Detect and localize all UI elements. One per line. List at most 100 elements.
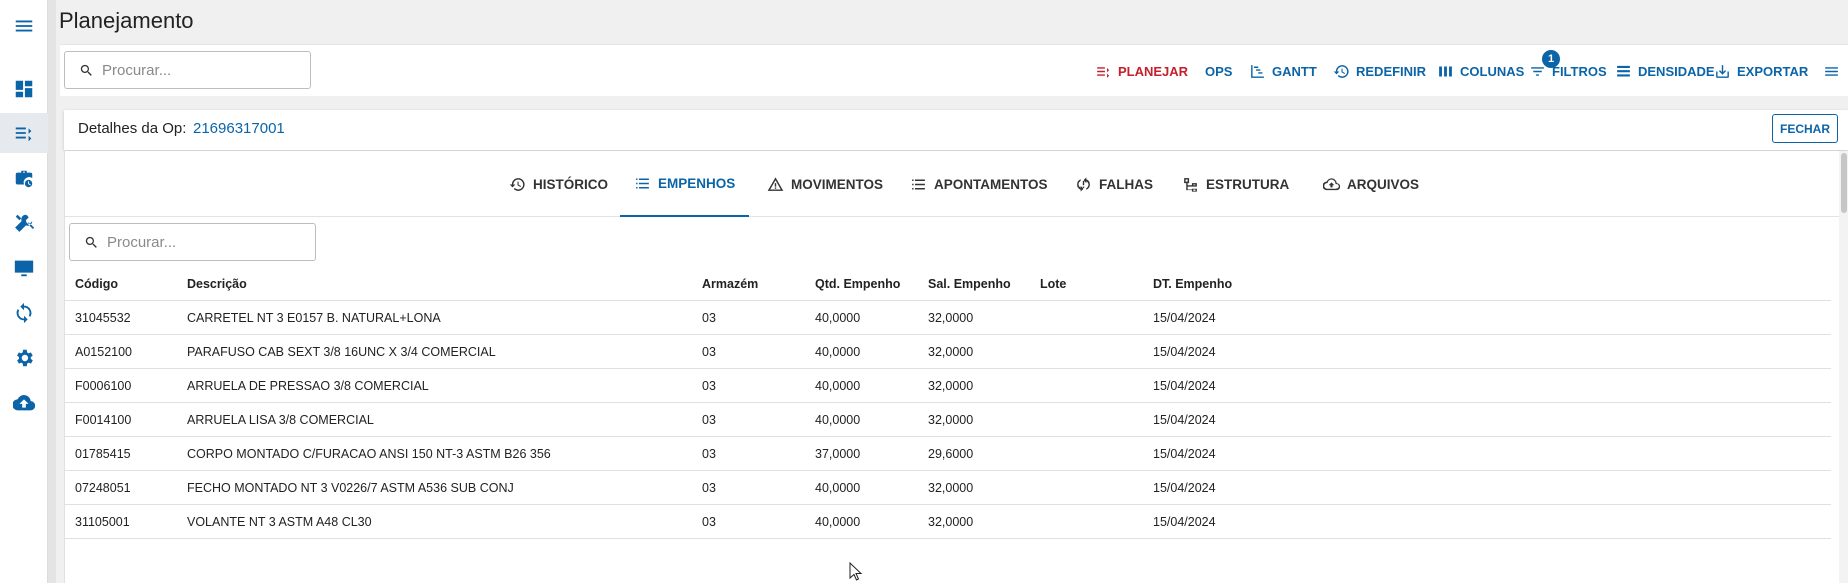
densidade-button[interactable]: DENSIDADE: [1615, 60, 1715, 82]
cell-codigo: F0006100: [75, 379, 132, 393]
cell-sal-empenho: 32,0000: [928, 413, 974, 427]
search-icon: [85, 236, 97, 248]
cell-qtd-empenho: 37,0000: [815, 447, 861, 461]
cell-qtd-empenho: 40,0000: [815, 345, 861, 359]
cloud-upload-icon: [13, 395, 35, 411]
cell-dt-empenho: 15/04/2024: [1153, 311, 1216, 325]
sidebar-item-sync[interactable]: [0, 293, 48, 333]
cell-dt-empenho: 15/04/2024: [1153, 515, 1216, 529]
tab-apontamentos[interactable]: APONTAMENTOS: [896, 151, 1062, 217]
tab-falhas[interactable]: FALHAS: [1061, 151, 1167, 217]
tab-movimentos[interactable]: MOVIMENTOS: [753, 151, 897, 217]
col-sal-empenho[interactable]: Sal. Empenho: [928, 267, 1011, 301]
gear-icon: [17, 349, 33, 367]
col-armazem[interactable]: Armazém: [702, 267, 758, 301]
mouse-cursor-icon: [849, 562, 863, 581]
cell-qtd-empenho: 40,0000: [815, 515, 861, 529]
sidebar-item-orders[interactable]: [0, 159, 48, 199]
tab-apontamentos-label: APONTAMENTOS: [934, 176, 1048, 192]
table-header: Código Descrição Armazém Qtd. Empenho Sa…: [65, 267, 1831, 301]
table-row[interactable]: 31045532 CARRETEL NT 3 E0157 B. NATURAL+L…: [65, 301, 1831, 335]
sync-icon: [16, 302, 32, 324]
gantt-button[interactable]: GANTT: [1249, 60, 1317, 82]
cell-dt-empenho: 15/04/2024: [1153, 413, 1216, 427]
warning-icon: [767, 176, 784, 191]
tab-estrutura-label: ESTRUTURA: [1206, 176, 1290, 192]
col-codigo[interactable]: Código: [75, 267, 118, 301]
planejar-label: PLANEJAR: [1118, 63, 1189, 79]
grid-search-input[interactable]: [107, 233, 297, 251]
planning-list-icon: [15, 127, 32, 142]
redefinir-button[interactable]: REDEFINIR: [1333, 60, 1426, 82]
detail-tabs: HISTÓRICO EMPENHOS MOVIMENTOS APONTAMENT…: [65, 151, 1848, 217]
cell-armazem: 03: [702, 345, 716, 359]
cell-sal-empenho: 32,0000: [928, 311, 974, 325]
table-row[interactable]: 01785415 CORPO MONTADO C/FURACAO ANSI 150…: [65, 437, 1831, 471]
history-icon: [509, 177, 525, 191]
cell-descricao: CORPO MONTADO C/FURACAO ANSI 150 NT-3 AS…: [187, 447, 551, 461]
briefcase-clock-icon: [15, 170, 33, 188]
col-qtd-empenho[interactable]: Qtd. Empenho: [815, 267, 900, 301]
table-row[interactable]: 07248051 FECHO MONTADO NT 3 V0226/7 ASTM …: [65, 471, 1831, 505]
table-row[interactable]: F0014100 ARRUELA LISA 3/8 COMERCIAL 03 40,0…: [65, 403, 1831, 437]
columns-icon: [1439, 66, 1452, 76]
op-details-panel: HISTÓRICO EMPENHOS MOVIMENTOS APONTAMENT…: [64, 151, 1848, 583]
empenhos-table: Código Descrição Armazém Qtd. Empenho Sa…: [65, 267, 1831, 539]
exportar-label: EXPORTAR: [1737, 63, 1809, 79]
grid-search[interactable]: [69, 223, 316, 261]
tab-arquivos-label: ARQUIVOS: [1347, 176, 1420, 192]
colunas-button[interactable]: COLUNAS: [1437, 60, 1524, 82]
tab-historico[interactable]: HISTÓRICO: [495, 151, 622, 217]
exportar-button[interactable]: EXPORTAR: [1714, 60, 1808, 82]
ops-button[interactable]: OPS: [1205, 60, 1232, 82]
more-menu-button[interactable]: [1823, 60, 1846, 82]
tab-arquivos[interactable]: ARQUIVOS: [1309, 151, 1433, 217]
tab-falhas-label: FALHAS: [1099, 176, 1153, 192]
sidebar-item-monitor[interactable]: [0, 248, 48, 288]
cell-codigo: A0152100: [75, 345, 133, 359]
tab-empenhos-label: EMPENHOS: [658, 175, 736, 191]
col-dt-empenho[interactable]: DT. Empenho: [1153, 267, 1232, 301]
panel-scrollbar[interactable]: [1839, 151, 1848, 583]
cell-armazem: 03: [702, 515, 716, 529]
dashboard-icon: [15, 80, 33, 98]
cell-qtd-empenho: 40,0000: [815, 311, 861, 325]
main-toolbar: PLANEJAR OPS GANTT REDEFINIR COLUNAS 1 F…: [60, 44, 1848, 96]
page-title: Planejamento: [59, 8, 194, 33]
col-lote[interactable]: Lote: [1040, 267, 1066, 301]
col-descricao[interactable]: Descrição: [187, 267, 247, 301]
cell-armazem: 03: [702, 481, 716, 495]
toolbar-search[interactable]: [64, 51, 311, 89]
cell-dt-empenho: 15/04/2024: [1153, 379, 1216, 393]
toolbar-search-input[interactable]: [102, 61, 292, 79]
tab-empenhos[interactable]: EMPENHOS: [620, 151, 750, 217]
fechar-button[interactable]: FECHAR: [1772, 114, 1838, 143]
ops-label: OPS: [1205, 63, 1233, 79]
table-row[interactable]: A0152100 PARAFUSO CAB SEXT 3/8 16UNC X 3/…: [65, 335, 1831, 369]
cell-descricao: FECHO MONTADO NT 3 V0226/7 ASTM A536 SUB…: [187, 481, 514, 495]
redefinir-label: REDEFINIR: [1356, 63, 1427, 79]
sidebar-item-upload[interactable]: [0, 383, 48, 423]
cell-descricao: ARRUELA LISA 3/8 COMERCIAL: [187, 413, 374, 427]
gantt-label: GANTT: [1272, 63, 1317, 79]
sidebar-item-dashboard[interactable]: [0, 69, 48, 109]
planejar-button[interactable]: PLANEJAR: [1095, 60, 1188, 82]
sidebar-item-tools[interactable]: [0, 203, 48, 243]
cloud-upload-icon: [1323, 177, 1340, 190]
restore-icon: [1333, 64, 1349, 78]
table-row[interactable]: F0006100 ARRUELA DE PRESSAO 3/8 COMERCIAL…: [65, 369, 1831, 403]
menu-button[interactable]: [0, 6, 48, 46]
sidebar-item-planning[interactable]: [0, 113, 48, 153]
tab-historico-label: HISTÓRICO: [533, 176, 609, 192]
scrollbar-thumb[interactable]: [1841, 153, 1847, 213]
cell-codigo: 31105001: [75, 515, 130, 529]
tab-estrutura[interactable]: ESTRUTURA: [1168, 151, 1303, 217]
op-details-label: Detalhes da Op:: [78, 120, 187, 137]
filtros-button[interactable]: 1 FILTROS: [1529, 50, 1607, 82]
tab-movimentos-label: MOVIMENTOS: [791, 176, 884, 192]
op-number: 21696317001: [193, 120, 285, 137]
table-row[interactable]: 31105001 VOLANTE NT 3 ASTM A48 CL30 03 40,0…: [65, 505, 1831, 539]
sidebar-item-settings[interactable]: [0, 338, 48, 378]
filtros-label: FILTROS: [1552, 63, 1607, 79]
cell-descricao: VOLANTE NT 3 ASTM A48 CL30: [187, 515, 372, 529]
